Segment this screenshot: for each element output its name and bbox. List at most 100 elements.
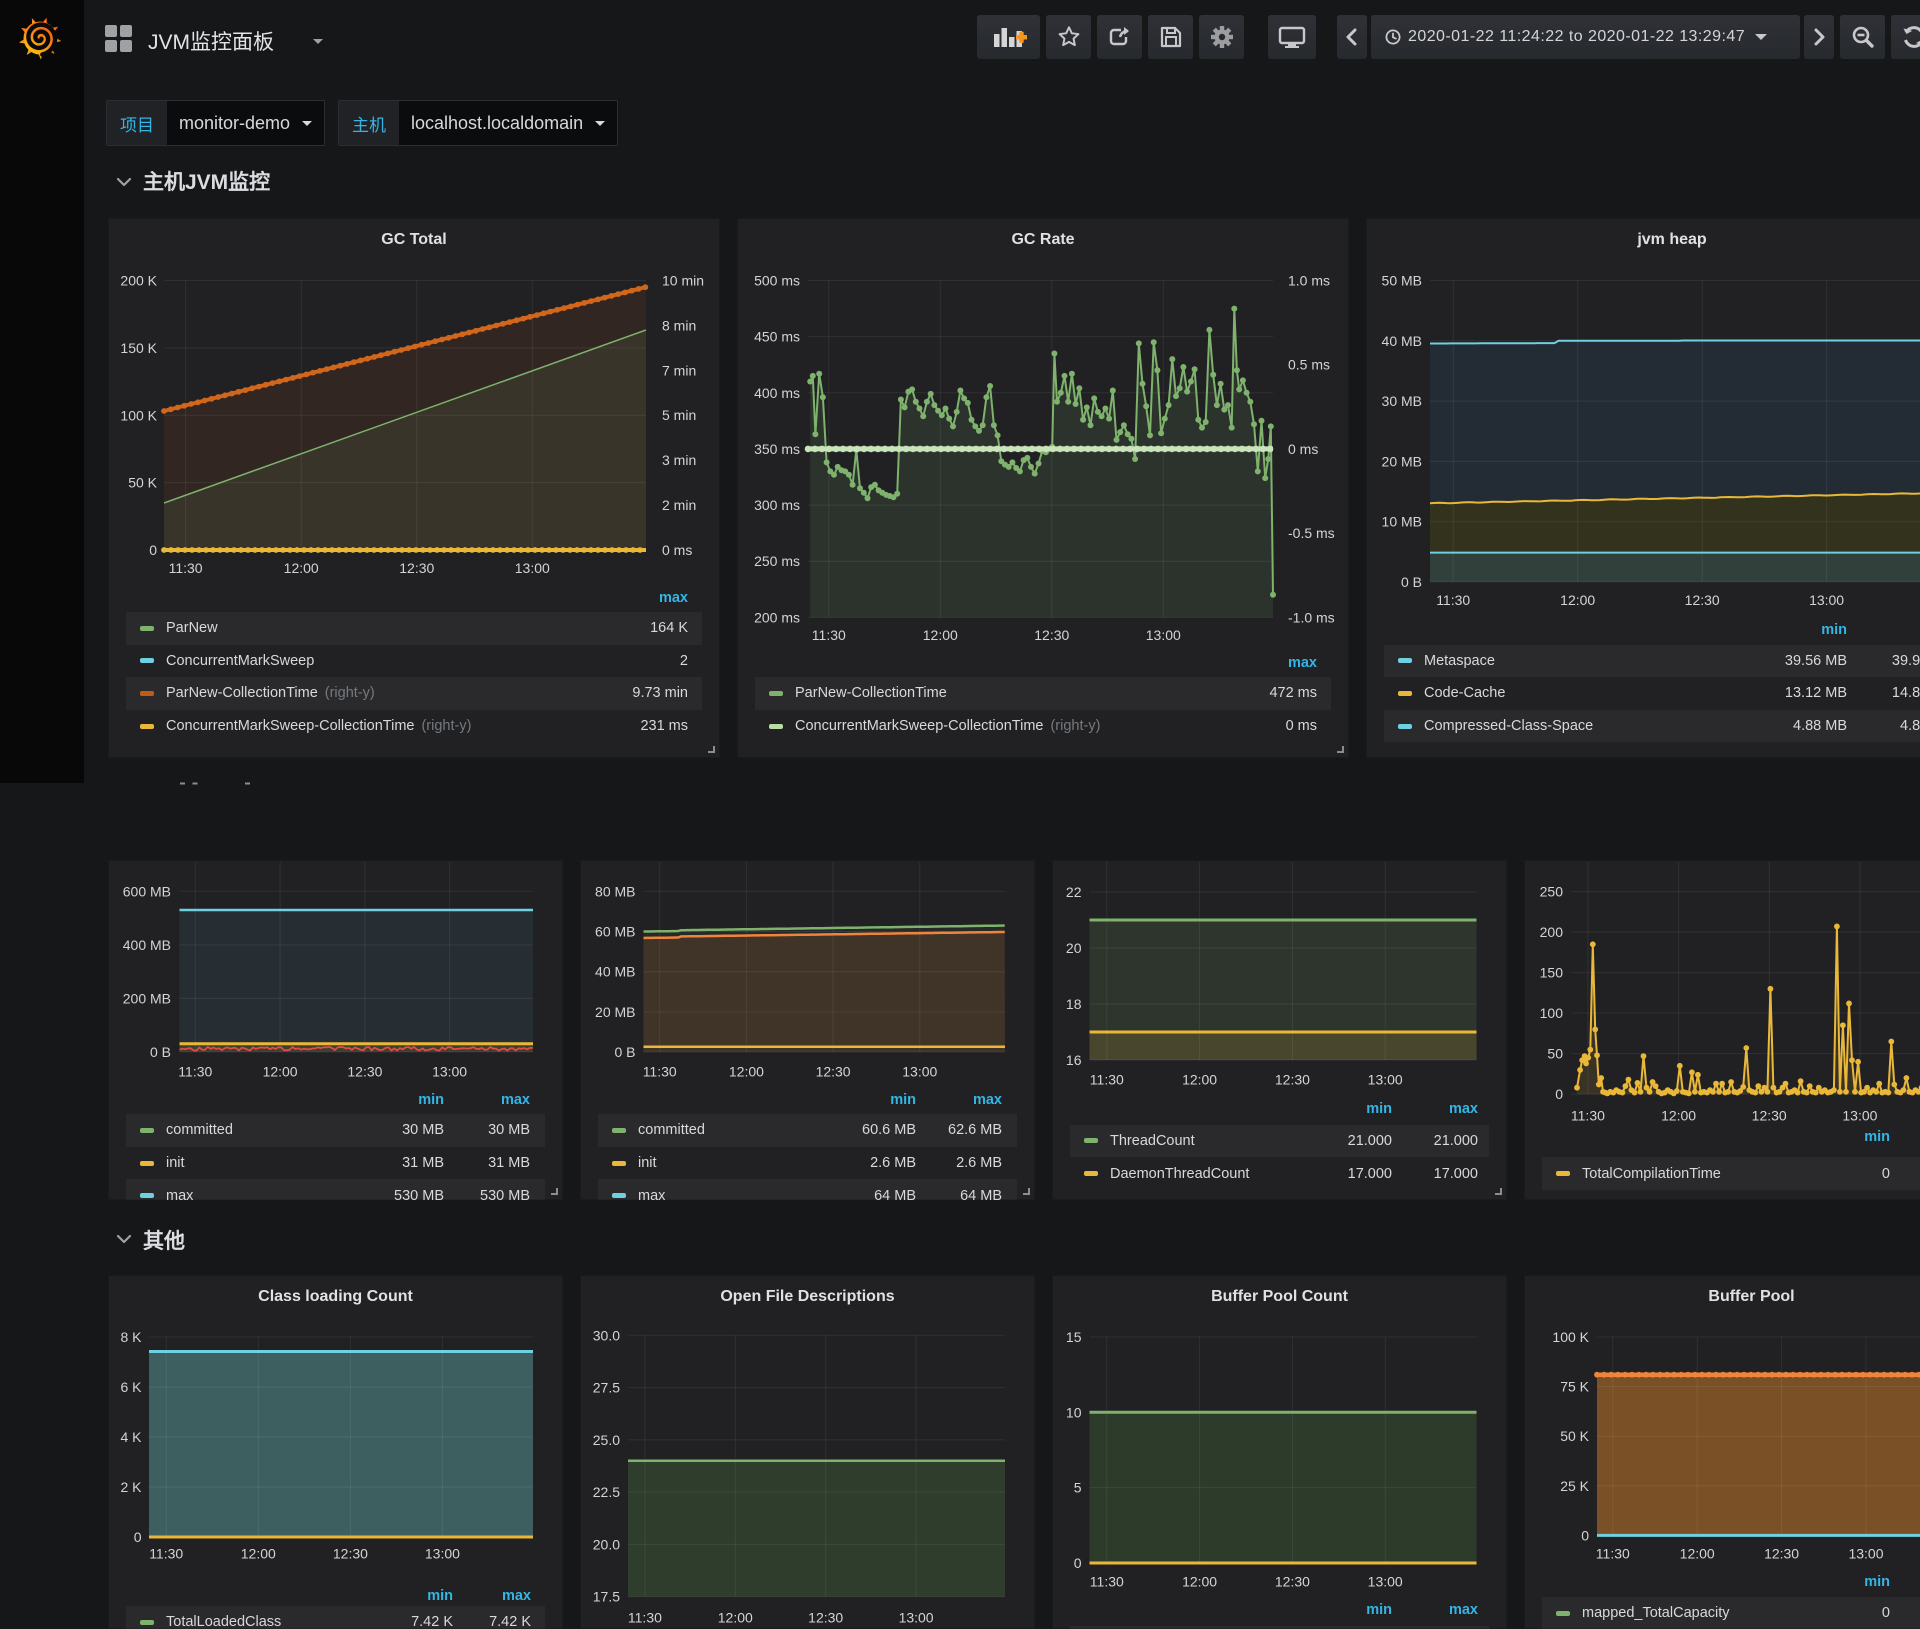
svg-text:40 MB: 40 MB (595, 964, 635, 980)
svg-text:80 MB: 80 MB (595, 883, 635, 899)
svg-text:20.0: 20.0 (593, 1536, 620, 1552)
svg-text:27.5: 27.5 (593, 1380, 620, 1396)
svg-text:Buffer Pool Count: Buffer Pool Count (1211, 1288, 1349, 1305)
svg-text:12:30: 12:30 (347, 1064, 382, 1080)
svg-text:20 MB: 20 MB (595, 1004, 635, 1020)
svg-text:12:00: 12:00 (1680, 1545, 1715, 1561)
svg-text:100: 100 (1540, 1005, 1564, 1021)
svg-text:0 ms: 0 ms (1288, 441, 1318, 457)
svg-text:12:00: 12:00 (1182, 1071, 1217, 1087)
svg-text:11:30: 11:30 (1090, 1071, 1124, 1087)
svg-text:22.5: 22.5 (593, 1484, 620, 1500)
svg-text:6 K: 6 K (120, 1379, 142, 1395)
svg-text:12:30: 12:30 (399, 560, 434, 576)
svg-text:3 min: 3 min (662, 452, 696, 468)
svg-text:350 ms: 350 ms (754, 441, 800, 457)
svg-text:11:30: 11:30 (169, 560, 203, 576)
svg-text:13:00: 13:00 (432, 1064, 467, 1080)
svg-text:30 MB: 30 MB (1382, 393, 1422, 409)
svg-text:22: 22 (1066, 884, 1082, 900)
svg-text:0: 0 (149, 542, 157, 558)
svg-text:50 MB: 50 MB (1382, 273, 1422, 289)
svg-text:400 ms: 400 ms (754, 385, 800, 401)
svg-text:0: 0 (1581, 1527, 1589, 1543)
svg-text:13:00: 13:00 (1848, 1545, 1883, 1561)
svg-text:其他: 其他 (143, 1229, 185, 1253)
svg-text:11:30: 11:30 (643, 1064, 677, 1080)
svg-text:60 MB: 60 MB (595, 924, 635, 940)
svg-text:0 B: 0 B (150, 1044, 171, 1060)
svg-text:500 ms: 500 ms (754, 273, 800, 289)
svg-text:11:30: 11:30 (812, 627, 846, 643)
svg-text:5 min: 5 min (662, 407, 696, 423)
svg-text:12:30: 12:30 (816, 1064, 851, 1080)
svg-text:16: 16 (1066, 1052, 1082, 1068)
svg-text:11:30: 11:30 (1436, 592, 1470, 608)
svg-text:400 MB: 400 MB (123, 937, 171, 953)
svg-text:12:30: 12:30 (1275, 1071, 1310, 1087)
svg-text:12:00: 12:00 (729, 1064, 764, 1080)
svg-text:10: 10 (1066, 1404, 1082, 1420)
svg-text:12:30: 12:30 (1275, 1573, 1310, 1589)
svg-text:50 K: 50 K (1560, 1428, 1589, 1444)
svg-text:10 MB: 10 MB (1382, 514, 1422, 530)
svg-text:12:00: 12:00 (241, 1546, 276, 1562)
svg-text:12:30: 12:30 (333, 1546, 368, 1562)
svg-text:Open File Descriptions: Open File Descriptions (720, 1288, 894, 1305)
svg-text:18: 18 (1066, 996, 1082, 1012)
svg-text:GC Total: GC Total (381, 231, 446, 248)
svg-text:10 min: 10 min (662, 273, 704, 289)
svg-text:12:30: 12:30 (1685, 592, 1720, 608)
svg-text:13:00: 13:00 (425, 1546, 460, 1562)
svg-text:0: 0 (134, 1529, 142, 1545)
svg-text:300 ms: 300 ms (754, 497, 800, 513)
svg-text:0: 0 (1074, 1555, 1082, 1571)
svg-text:12:30: 12:30 (1752, 1108, 1787, 1124)
svg-text:4 K: 4 K (120, 1429, 142, 1445)
svg-text:0 ms: 0 ms (662, 542, 692, 558)
svg-text:0 B: 0 B (614, 1044, 635, 1060)
svg-text:13:00: 13:00 (1842, 1108, 1877, 1124)
svg-text:200 K: 200 K (120, 273, 157, 289)
svg-text:150: 150 (1540, 965, 1564, 981)
svg-text:13:00: 13:00 (1809, 592, 1844, 608)
svg-text:250: 250 (1540, 884, 1564, 900)
svg-text:2 K: 2 K (120, 1479, 142, 1495)
svg-text:1.0 ms: 1.0 ms (1288, 273, 1330, 289)
svg-text:13:00: 13:00 (902, 1064, 937, 1080)
svg-text:100 K: 100 K (120, 407, 157, 423)
svg-text:25.0: 25.0 (593, 1432, 620, 1448)
svg-text:12:30: 12:30 (1034, 627, 1069, 643)
svg-text:0: 0 (1555, 1086, 1563, 1102)
svg-text:25 K: 25 K (1560, 1478, 1589, 1494)
svg-text:5: 5 (1074, 1480, 1082, 1496)
svg-text:Class loading Count: Class loading Count (258, 1288, 413, 1305)
svg-text:150 K: 150 K (120, 340, 157, 356)
svg-text:8 K: 8 K (120, 1329, 142, 1345)
svg-text:12:00: 12:00 (284, 560, 319, 576)
svg-text:12:00: 12:00 (718, 1610, 753, 1626)
svg-text:12:00: 12:00 (923, 627, 958, 643)
svg-text:50 K: 50 K (128, 475, 157, 491)
svg-text:450 ms: 450 ms (754, 329, 800, 345)
svg-text:13:00: 13:00 (515, 560, 550, 576)
svg-text:50: 50 (1547, 1046, 1563, 1062)
svg-text:jvm heap: jvm heap (1636, 231, 1707, 248)
svg-text:12:00: 12:00 (1182, 1573, 1217, 1589)
svg-text:8 min: 8 min (662, 317, 696, 333)
svg-text:17.5: 17.5 (593, 1589, 620, 1605)
svg-text:600 MB: 600 MB (123, 883, 171, 899)
svg-text:12:00: 12:00 (1661, 1108, 1696, 1124)
svg-text:-0.5 ms: -0.5 ms (1288, 525, 1335, 541)
svg-text:GC Rate: GC Rate (1011, 231, 1074, 248)
svg-text:13:00: 13:00 (1146, 627, 1181, 643)
svg-text:12:00: 12:00 (263, 1064, 298, 1080)
svg-text:12:30: 12:30 (1764, 1545, 1799, 1561)
svg-text:7 min: 7 min (662, 362, 696, 378)
svg-text:20: 20 (1066, 940, 1082, 956)
svg-text:75 K: 75 K (1560, 1379, 1589, 1395)
svg-text:12:30: 12:30 (808, 1610, 843, 1626)
svg-text:0.5 ms: 0.5 ms (1288, 357, 1330, 373)
svg-text:30.0: 30.0 (593, 1327, 620, 1343)
svg-text:250 ms: 250 ms (754, 553, 800, 569)
